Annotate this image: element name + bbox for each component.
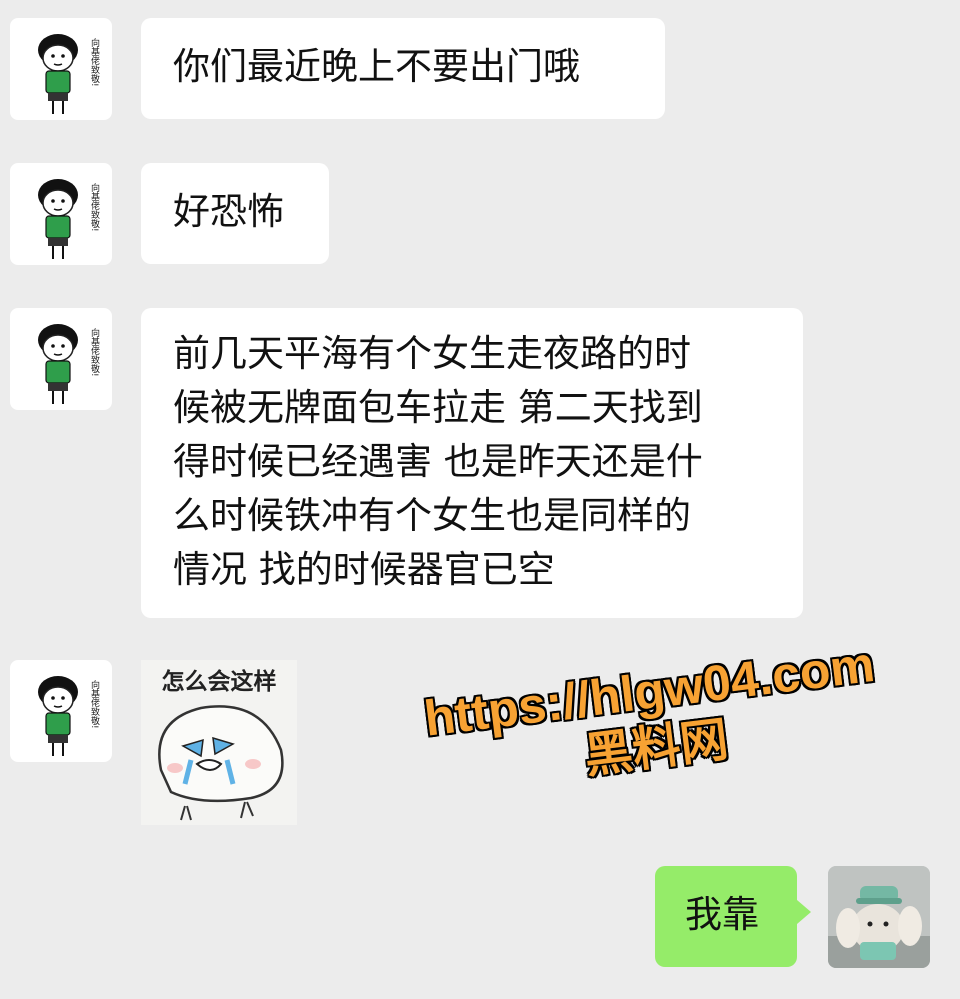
- message-text-line: 得时候已经遇害 也是昨天还是什: [173, 440, 703, 483]
- svg-text:向基佬致敬!: 向基佬致敬!: [89, 679, 100, 729]
- cartoon-boy-avatar-icon: 向基佬致敬!: [38, 676, 100, 756]
- message-text: 我靠: [685, 893, 759, 936]
- message-bubble[interactable]: 好恐怖: [141, 163, 329, 264]
- plush-toy-avatar-icon: [828, 866, 930, 968]
- message-bubble[interactable]: 你们最近晚上不要出门哦: [141, 18, 665, 119]
- message-bubble[interactable]: 前几天平海有个女生走夜路的时 候被无牌面包车拉走 第二天找到 得时候已经遇害 也…: [141, 308, 803, 618]
- message-text-line: 么时候铁冲有个女生也是同样的: [173, 494, 691, 537]
- message-bubble-outgoing[interactable]: 我靠: [655, 866, 811, 967]
- cartoon-boy-avatar-icon: 向基佬致敬!: [38, 34, 100, 114]
- contact-avatar[interactable]: 向基佬致敬!: [10, 308, 112, 410]
- message-text-line: 情况 找的时候器官已空: [173, 548, 555, 591]
- contact-avatar[interactable]: 向基佬致敬!: [10, 660, 112, 762]
- watermark: https://hlgw04.com 黑料网: [398, 632, 913, 842]
- crying-face-sticker-icon: [158, 705, 284, 821]
- message-text: 好恐怖: [173, 190, 284, 233]
- message-text: 你们最近晚上不要出门哦: [173, 45, 580, 88]
- message-text-line: 前几天平海有个女生走夜路的时: [173, 332, 691, 375]
- svg-text:向基佬致敬!: 向基佬致敬!: [89, 327, 100, 377]
- bubble-tail: [797, 900, 811, 924]
- cartoon-boy-avatar-icon: 向基佬致敬!: [38, 179, 100, 259]
- svg-text:向基佬致敬!: 向基佬致敬!: [89, 182, 100, 232]
- cartoon-boy-avatar-icon: 向基佬致敬!: [38, 324, 100, 404]
- my-avatar[interactable]: [828, 866, 930, 968]
- contact-avatar[interactable]: 向基佬致敬!: [10, 18, 112, 120]
- sticker-message[interactable]: 怎么会这样: [141, 660, 297, 825]
- svg-text:向基佬致敬!: 向基佬致敬!: [89, 37, 100, 87]
- message-text-line: 候被无牌面包车拉走 第二天找到: [173, 386, 703, 429]
- contact-avatar[interactable]: 向基佬致敬!: [10, 163, 112, 265]
